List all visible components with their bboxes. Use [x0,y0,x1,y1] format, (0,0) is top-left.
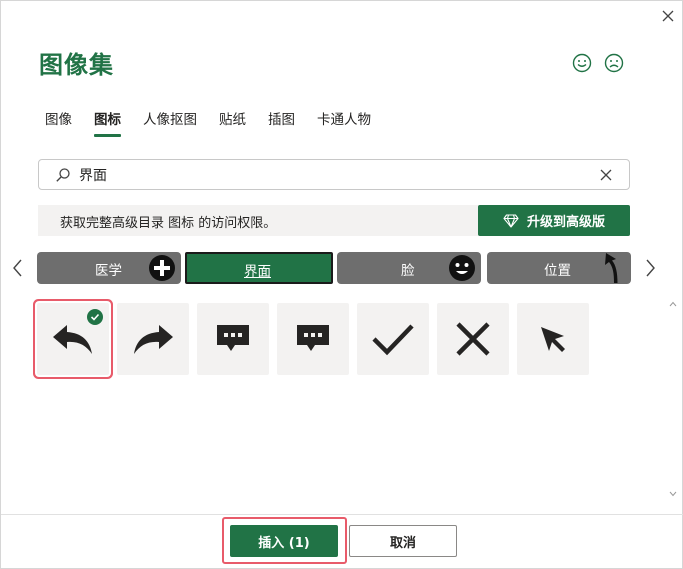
category-interface[interactable]: 界面 [185,252,333,284]
icon-tile-chat-bubble-1[interactable] [197,303,269,375]
tab-illustrations[interactable]: 插图 [268,109,295,137]
x-mark-icon [456,322,490,356]
icon-tile-chat-bubble-2[interactable] [277,303,349,375]
upgrade-message: 获取完整高级目录 图标 的访问权限。 [60,216,277,231]
insert-button[interactable]: 插入 (1) [230,525,338,557]
category-face[interactable]: 脸 [337,252,481,284]
plus-circle-icon [149,255,175,281]
tab-stickers[interactable]: 贴纸 [219,109,246,137]
smiley-icon [572,53,592,73]
category-face-label: 脸 [401,263,415,279]
feedback-happy-button[interactable] [570,51,594,75]
cursor-arrow-icon [541,327,565,352]
scroll-up-icon[interactable] [668,299,678,309]
close-icon [662,10,674,22]
speech-bubble-dots-icon [217,325,249,351]
upgrade-button[interactable]: 升级到高级版 [478,205,630,236]
upgrade-button-label: 升级到高级版 [526,215,605,230]
chevron-left-icon [13,259,22,277]
forward-arrow-icon [134,325,173,354]
speech-bubble-dots-icon [297,325,329,351]
tab-images[interactable]: 图像 [45,109,72,137]
footer-divider [1,514,683,515]
icon-tile-cursor[interactable] [517,303,589,375]
category-prev-button[interactable] [9,257,27,279]
curved-arrow-icon [605,253,618,283]
results-scrollbar[interactable] [667,297,679,507]
category-location-label: 位置 [544,263,571,279]
icon-library-dialog: 图像集 图像 图标 人像抠图 贴纸 插图 卡通人物 界面 获取完整高级目录 图标… [0,0,683,569]
category-location[interactable]: 位置 [487,252,631,284]
search-input[interactable] [79,164,579,186]
chevron-right-icon [646,259,655,277]
tab-icons[interactable]: 图标 [94,109,121,137]
icon-tile-x-mark[interactable] [437,303,509,375]
category-medical-label: 医学 [95,263,122,279]
frown-icon [604,53,624,73]
category-medical[interactable]: 医学 [37,252,181,284]
check-icon [90,313,100,321]
feedback-sad-button[interactable] [602,51,626,75]
category-tabs: 图像 图标 人像抠图 贴纸 插图 卡通人物 [45,109,393,137]
tab-cutout-people[interactable]: 人像抠图 [143,109,197,137]
icon-tile-checkmark[interactable] [357,303,429,375]
icon-tile-reply[interactable] [37,303,109,375]
search-box [38,159,630,190]
tab-cartoon-people[interactable]: 卡通人物 [317,109,371,137]
dialog-title: 图像集 [39,51,114,79]
category-next-button[interactable] [641,257,659,279]
reply-arrow-icon [53,325,92,354]
face-icon [449,255,475,281]
scroll-down-icon[interactable] [668,489,678,499]
cancel-button[interactable]: 取消 [349,525,457,557]
selected-check-badge [87,309,103,325]
diamond-icon [503,213,519,228]
close-button[interactable] [657,5,679,27]
icon-results-grid [21,297,661,507]
clear-icon[interactable] [597,166,615,184]
upgrade-banner: 获取完整高级目录 图标 的访问权限。 升级到高级版 [38,205,630,236]
icon-tile-forward[interactable] [117,303,189,375]
category-interface-label: 界面 [244,264,271,280]
search-icon [56,168,70,182]
checkmark-icon [372,324,414,356]
